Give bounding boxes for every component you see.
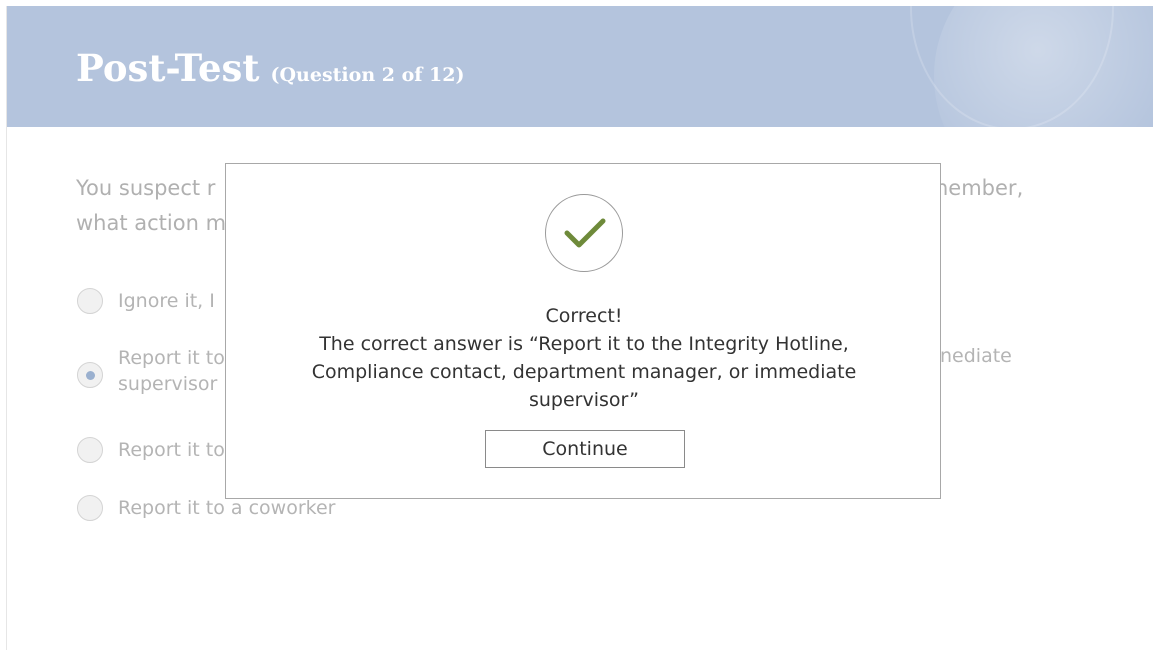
radio-button[interactable] bbox=[77, 288, 103, 314]
feedback-heading: Correct! bbox=[545, 305, 623, 327]
page-title: Post-Test (Question 2 of 12) bbox=[76, 46, 464, 90]
slide: Post-Test (Question 2 of 12) You suspect… bbox=[6, 6, 1153, 650]
feedback-message-line-3: supervisor” bbox=[528, 389, 639, 411]
choice-label-line-1: Report it to bbox=[118, 347, 225, 369]
feedback-message-line-1: The correct answer is “Report it to the … bbox=[319, 333, 849, 355]
feedback-dialog: Correct! The correct answer is “Report i… bbox=[225, 163, 941, 499]
continue-button[interactable]: Continue bbox=[485, 430, 685, 468]
checkmark-icon bbox=[545, 194, 623, 272]
choice-2-tail: nediate bbox=[940, 345, 1012, 367]
choice-label: Ignore it, I bbox=[118, 290, 215, 312]
radio-button[interactable] bbox=[77, 437, 103, 463]
checkmark-glyph bbox=[564, 218, 606, 248]
title-main: Post-Test bbox=[76, 46, 260, 90]
radio-button-selected[interactable] bbox=[77, 362, 103, 388]
question-line-1-tail: nember, bbox=[935, 176, 1024, 200]
choice-label-line-2: supervisor bbox=[118, 373, 218, 395]
radio-button[interactable] bbox=[77, 495, 103, 521]
choice-label: Report it to bbox=[118, 439, 225, 461]
question-counter: (Question 2 of 12) bbox=[270, 64, 465, 86]
feedback-text: Correct! The correct answer is “Report i… bbox=[266, 302, 902, 414]
header-banner: Post-Test (Question 2 of 12) bbox=[7, 6, 1153, 127]
feedback-message-line-2: Compliance contact, department manager, … bbox=[311, 361, 857, 383]
